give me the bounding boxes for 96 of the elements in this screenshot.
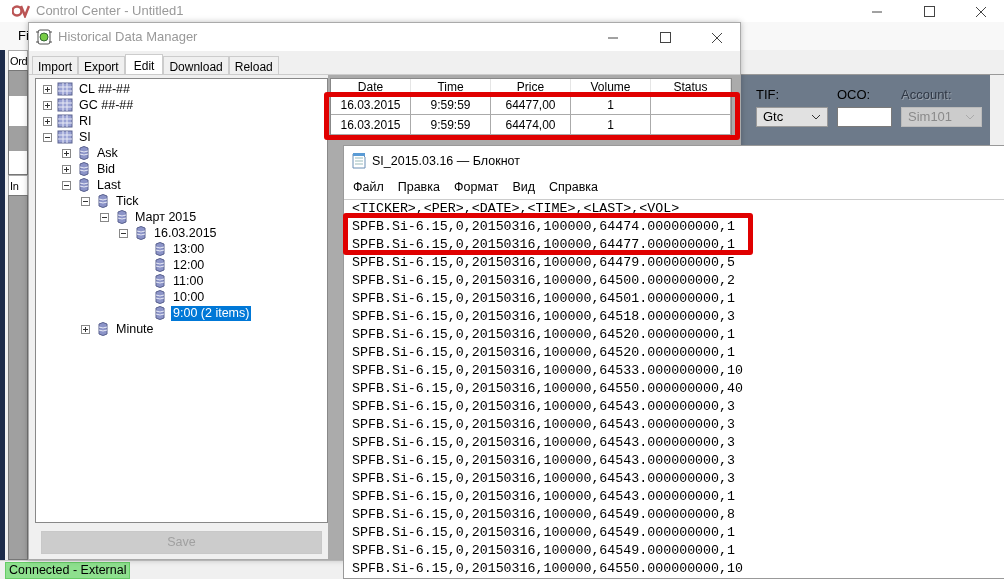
input-field[interactable] (837, 106, 892, 127)
column-header[interactable]: Status (651, 79, 731, 95)
database-icon (154, 257, 166, 273)
window-title: Historical Data Manager (58, 28, 198, 47)
app-icon (36, 29, 52, 45)
column-header[interactable]: Price (491, 79, 571, 95)
text-line: SPFB.Si-6.15,0,20150316,100000,64479.000000000,5 (352, 253, 736, 272)
tree-item[interactable]: SI (77, 129, 93, 145)
menu-item[interactable]: Файл (346, 178, 391, 197)
collapse-icon[interactable] (81, 196, 90, 206)
text-line: SPFB.Si-6.15,0,20150316,100000,64543.000000000,3 (352, 433, 736, 452)
collapse-icon[interactable] (119, 228, 128, 238)
text-line: SPFB.Si-6.15,0,20150316,100000,64549.000000000,1 (352, 541, 736, 560)
database-icon (97, 193, 109, 209)
tree-item[interactable]: Last (95, 177, 123, 193)
expand-icon[interactable] (62, 164, 71, 174)
text-line: SPFB.Si-6.15,0,20150316,100000,64550.000000000,40 (352, 379, 744, 398)
column-header[interactable]: Date (331, 79, 411, 95)
notepad-icon (352, 153, 366, 169)
text-line: SPFB.Si-6.15,0,20150316,100000,64533.000000000,10 (352, 361, 744, 380)
database-icon (97, 321, 109, 337)
field-label: Account: (901, 86, 953, 104)
menu-item[interactable]: Формат (446, 178, 506, 197)
expand-icon[interactable] (43, 100, 52, 110)
database-icon (57, 129, 73, 145)
tree-item[interactable]: Bid (95, 161, 118, 177)
text-line: SPFB.Si-6.15,0,20150316,100000,64543.000000000,3 (352, 451, 736, 470)
tree-item[interactable]: GC ##-## (77, 97, 136, 113)
tree-item[interactable]: 10:00 (171, 289, 207, 305)
text-line: <TICKER>,<PER>,<DATE>,<TIME>,<LAST>,<VOL> (352, 199, 681, 218)
expand-icon[interactable] (62, 148, 71, 158)
tree-item[interactable]: Ask (95, 145, 120, 161)
expand-icon[interactable] (81, 324, 90, 334)
chevron-icon (965, 113, 975, 120)
text-line: SPFB.Si-6.15,0,20150316,100000,64543.000000000,1 (352, 487, 736, 506)
text-line: SPFB.Si-6.15,0,20150316,100000,64518.000000000,3 (352, 307, 736, 326)
text-line: SPFB.Si-6.15,0,20150316,100000,64543.000000000,3 (352, 415, 736, 434)
maximize-icon (923, 6, 935, 18)
text-line: SPFB.Si-6.15,0,20150316,100000,64549.000000000,8 (352, 505, 736, 524)
menu-item[interactable]: Правка (390, 178, 447, 197)
text-line: SPFB.Si-6.15,0,20150316,100000,64520.000000000,1 (352, 325, 736, 344)
menu-item[interactable]: Вид (505, 178, 542, 197)
collapse-icon[interactable] (62, 180, 71, 190)
field-label: TIF: (756, 86, 781, 104)
text-line: SPFB.Si-6.15,0,20150316,100000,64549.000000000,1 (352, 523, 736, 542)
text-line: SPFB.Si-6.15,0,20150316,100000,64543.000000000,3 (352, 397, 736, 416)
tree-item[interactable]: 11:00 (171, 273, 206, 289)
status-text: Connected - External (5, 561, 131, 579)
tree-item[interactable]: 12:00 (171, 257, 207, 273)
tree-item[interactable]: Tick (114, 193, 141, 209)
tab[interactable]: Export (78, 56, 125, 75)
maximize-icon (659, 32, 671, 44)
text-line: SPFB.Si-6.15,0,20150316,100000,64550.000000000,10 (352, 559, 744, 578)
text-line: SPFB.Si-6.15,0,20150316,100000,64477.000000000,1 (352, 235, 736, 254)
tree-item[interactable]: 13:00 (171, 241, 207, 257)
close-icon (975, 5, 987, 18)
dropdown[interactable]: Gtc (756, 106, 828, 127)
database-icon (154, 305, 166, 321)
tree-item[interactable]: Март 2015 (133, 209, 199, 225)
tree-item[interactable]: 16.03.2015 (152, 225, 219, 241)
database-icon (78, 161, 90, 177)
menu-item[interactable]: Справка (542, 178, 606, 197)
database-icon (154, 241, 166, 257)
close-icon (711, 31, 723, 44)
text-line: SPFB.Si-6.15,0,20150316,100000,64520.000000000,1 (352, 343, 736, 362)
expand-icon[interactable] (43, 84, 52, 94)
database-icon (78, 177, 90, 193)
logo-icon (12, 4, 30, 18)
text-line: SPFB.Si-6.15,0,20150316,100000,64501.000000000,1 (352, 289, 736, 308)
column-header[interactable]: Time (411, 79, 491, 95)
database-icon (78, 145, 90, 161)
collapse-icon[interactable] (43, 132, 52, 142)
tree-item[interactable]: 9:00 (2 items) (171, 305, 252, 321)
window-title: SI_2015.03.16 — Блокнот (372, 152, 520, 170)
collapse-icon[interactable] (100, 212, 109, 222)
column-header[interactable]: Volume (571, 79, 651, 95)
database-icon (57, 113, 73, 129)
database-icon (135, 225, 147, 241)
database-icon (57, 81, 73, 97)
database-icon (57, 97, 73, 113)
tree-item[interactable]: CL ##-## (77, 81, 132, 97)
database-icon (154, 289, 166, 305)
database-icon (154, 273, 166, 289)
tab[interactable]: In (8, 175, 28, 195)
tab[interactable]: Ord (8, 50, 28, 70)
tree-item[interactable]: RI (77, 113, 94, 129)
window-title: Control Center - Untitled1 (36, 2, 184, 21)
field-label: OCO: (837, 86, 872, 104)
tree-item[interactable]: Minute (114, 321, 156, 337)
text-line: SPFB.Si-6.15,0,20150316,100000,64474.000000000,1 (352, 217, 736, 236)
text-line: SPFB.Si-6.15,0,20150316,100000,64543.000000000,3 (352, 469, 736, 488)
menu-item[interactable]: Fi (18, 26, 29, 46)
database-icon (116, 209, 128, 225)
chevron-icon (811, 113, 821, 120)
text-line: SPFB.Si-6.15,0,20150316,100000,64500.000000000,2 (352, 271, 736, 290)
expand-icon[interactable] (43, 116, 52, 126)
